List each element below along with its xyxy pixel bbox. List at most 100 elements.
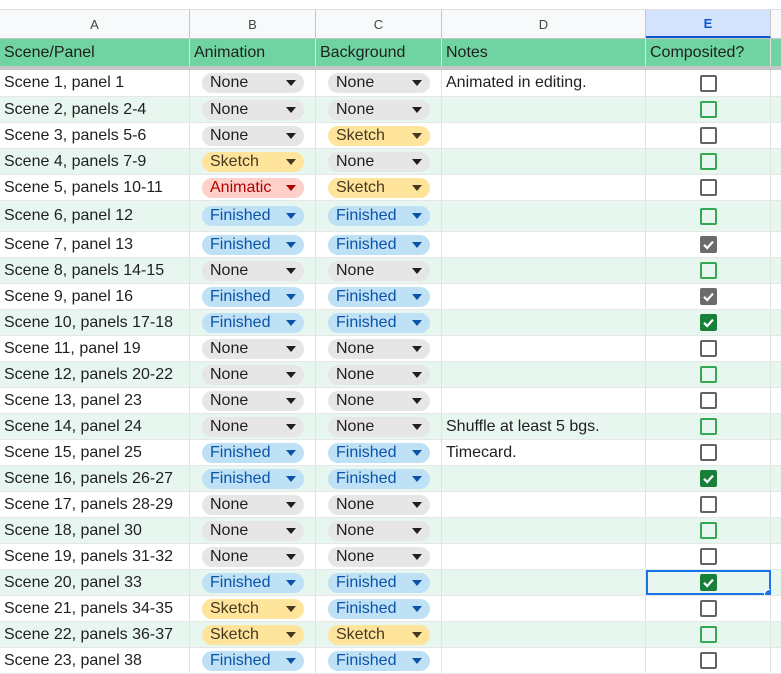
animation-cell[interactable]: None — [190, 518, 316, 543]
dropdown-arrow-icon[interactable] — [286, 213, 296, 219]
animation-cell[interactable]: Finished — [190, 310, 316, 335]
notes-cell[interactable] — [442, 570, 646, 595]
dropdown-arrow-icon[interactable] — [412, 184, 422, 191]
scene-cell[interactable]: Scene 4, panels 7-9 — [0, 149, 190, 174]
animation-dropdown-chip[interactable]: Sketch — [202, 624, 304, 645]
overflow-cell[interactable] — [771, 232, 781, 257]
background-cell[interactable]: Finished — [316, 648, 442, 673]
composited-cell[interactable] — [646, 123, 771, 148]
checkbox-unchecked[interactable] — [699, 626, 717, 643]
scene-cell[interactable]: Scene 12, panels 20-22 — [0, 362, 190, 387]
background-dropdown-chip[interactable]: Finished — [328, 468, 430, 489]
animation-dropdown-chip[interactable]: None — [202, 338, 304, 359]
dropdown-arrow-icon[interactable] — [412, 397, 422, 404]
animation-dropdown-chip[interactable]: Finished — [202, 572, 304, 593]
composited-cell[interactable] — [646, 440, 771, 465]
overflow-cell[interactable] — [771, 175, 781, 200]
background-cell[interactable]: None — [316, 362, 442, 387]
dropdown-arrow-icon[interactable] — [412, 527, 422, 534]
animation-cell[interactable]: None — [190, 336, 316, 361]
notes-cell[interactable] — [442, 336, 646, 361]
background-cell[interactable]: Finished — [316, 596, 442, 621]
dropdown-arrow-icon[interactable] — [412, 475, 422, 482]
background-cell[interactable]: None — [316, 258, 442, 283]
dropdown-arrow-icon[interactable] — [412, 553, 422, 560]
animation-cell[interactable]: None — [190, 123, 316, 148]
animation-cell[interactable]: Finished — [190, 201, 316, 231]
scene-cell[interactable]: Scene 23, panel 38 — [0, 648, 190, 673]
background-dropdown-chip[interactable]: Finished — [328, 572, 430, 593]
animation-dropdown-chip[interactable]: None — [202, 390, 304, 411]
dropdown-arrow-icon[interactable] — [412, 241, 422, 248]
dropdown-arrow-icon[interactable] — [412, 132, 422, 139]
animation-cell[interactable]: Animatic — [190, 175, 316, 200]
notes-cell[interactable] — [442, 258, 646, 283]
dropdown-arrow-icon[interactable] — [286, 267, 296, 274]
composited-cell[interactable] — [646, 492, 771, 517]
animation-dropdown-chip[interactable]: Finished — [202, 206, 304, 226]
checkbox-unchecked[interactable] — [699, 366, 717, 383]
overflow-cell[interactable] — [771, 362, 781, 387]
background-cell[interactable]: Finished — [316, 284, 442, 309]
scene-cell[interactable]: Scene 20, panel 33 — [0, 570, 190, 595]
background-dropdown-chip[interactable]: Sketch — [328, 125, 430, 146]
background-dropdown-chip[interactable]: None — [328, 390, 430, 411]
checkbox-checked[interactable] — [699, 236, 717, 253]
composited-cell[interactable] — [646, 97, 771, 122]
notes-cell[interactable] — [442, 149, 646, 174]
notes-cell[interactable]: Animated in editing. — [442, 70, 646, 96]
checkbox-unchecked[interactable] — [699, 101, 717, 118]
overflow-cell[interactable] — [771, 201, 781, 231]
checkbox-unchecked[interactable] — [699, 127, 717, 144]
notes-cell[interactable] — [442, 232, 646, 257]
animation-cell[interactable]: Finished — [190, 232, 316, 257]
animation-dropdown-chip[interactable]: None — [202, 125, 304, 146]
composited-cell[interactable] — [646, 284, 771, 309]
checkbox-checked[interactable] — [699, 574, 717, 591]
dropdown-arrow-icon[interactable] — [286, 293, 296, 300]
scene-cell[interactable]: Scene 17, panels 28-29 — [0, 492, 190, 517]
background-dropdown-chip[interactable]: Sketch — [328, 177, 430, 198]
scene-cell[interactable]: Scene 8, panels 14-15 — [0, 258, 190, 283]
composited-cell[interactable] — [646, 388, 771, 413]
animation-dropdown-chip[interactable]: None — [202, 520, 304, 541]
composited-cell[interactable] — [646, 70, 771, 96]
scene-cell[interactable]: Scene 21, panels 34-35 — [0, 596, 190, 621]
animation-dropdown-chip[interactable]: None — [202, 494, 304, 515]
animation-dropdown-chip[interactable]: None — [202, 260, 304, 281]
notes-cell[interactable] — [442, 518, 646, 543]
animation-cell[interactable]: Sketch — [190, 622, 316, 647]
header-scene-panel[interactable]: Scene/Panel — [0, 39, 190, 66]
overflow-cell[interactable] — [771, 544, 781, 569]
dropdown-arrow-icon[interactable] — [412, 80, 422, 86]
background-dropdown-chip[interactable]: None — [328, 364, 430, 385]
column-header-b[interactable]: B — [190, 10, 316, 38]
background-cell[interactable]: None — [316, 149, 442, 174]
scene-cell[interactable]: Scene 2, panels 2-4 — [0, 97, 190, 122]
dropdown-arrow-icon[interactable] — [286, 657, 296, 664]
animation-cell[interactable]: None — [190, 492, 316, 517]
checkbox-unchecked[interactable] — [699, 340, 717, 357]
composited-cell[interactable] — [646, 518, 771, 543]
composited-cell[interactable] — [646, 149, 771, 174]
checkbox-checked[interactable] — [699, 288, 717, 305]
background-cell[interactable]: Finished — [316, 232, 442, 257]
animation-dropdown-chip[interactable]: Finished — [202, 468, 304, 489]
background-cell[interactable]: Finished — [316, 440, 442, 465]
notes-cell[interactable] — [442, 596, 646, 621]
overflow-cell[interactable] — [771, 258, 781, 283]
dropdown-arrow-icon[interactable] — [412, 579, 422, 586]
background-dropdown-chip[interactable]: None — [328, 416, 430, 437]
background-dropdown-chip[interactable]: None — [328, 494, 430, 515]
notes-cell[interactable] — [442, 175, 646, 200]
animation-cell[interactable]: None — [190, 70, 316, 96]
checkbox-checked[interactable] — [699, 314, 717, 331]
background-cell[interactable]: Finished — [316, 310, 442, 335]
animation-cell[interactable]: None — [190, 414, 316, 439]
dropdown-arrow-icon[interactable] — [412, 319, 422, 326]
overflow-cell[interactable] — [771, 310, 781, 335]
dropdown-arrow-icon[interactable] — [412, 631, 422, 638]
dropdown-arrow-icon[interactable] — [286, 527, 296, 534]
dropdown-arrow-icon[interactable] — [412, 657, 422, 664]
dropdown-arrow-icon[interactable] — [412, 158, 422, 165]
